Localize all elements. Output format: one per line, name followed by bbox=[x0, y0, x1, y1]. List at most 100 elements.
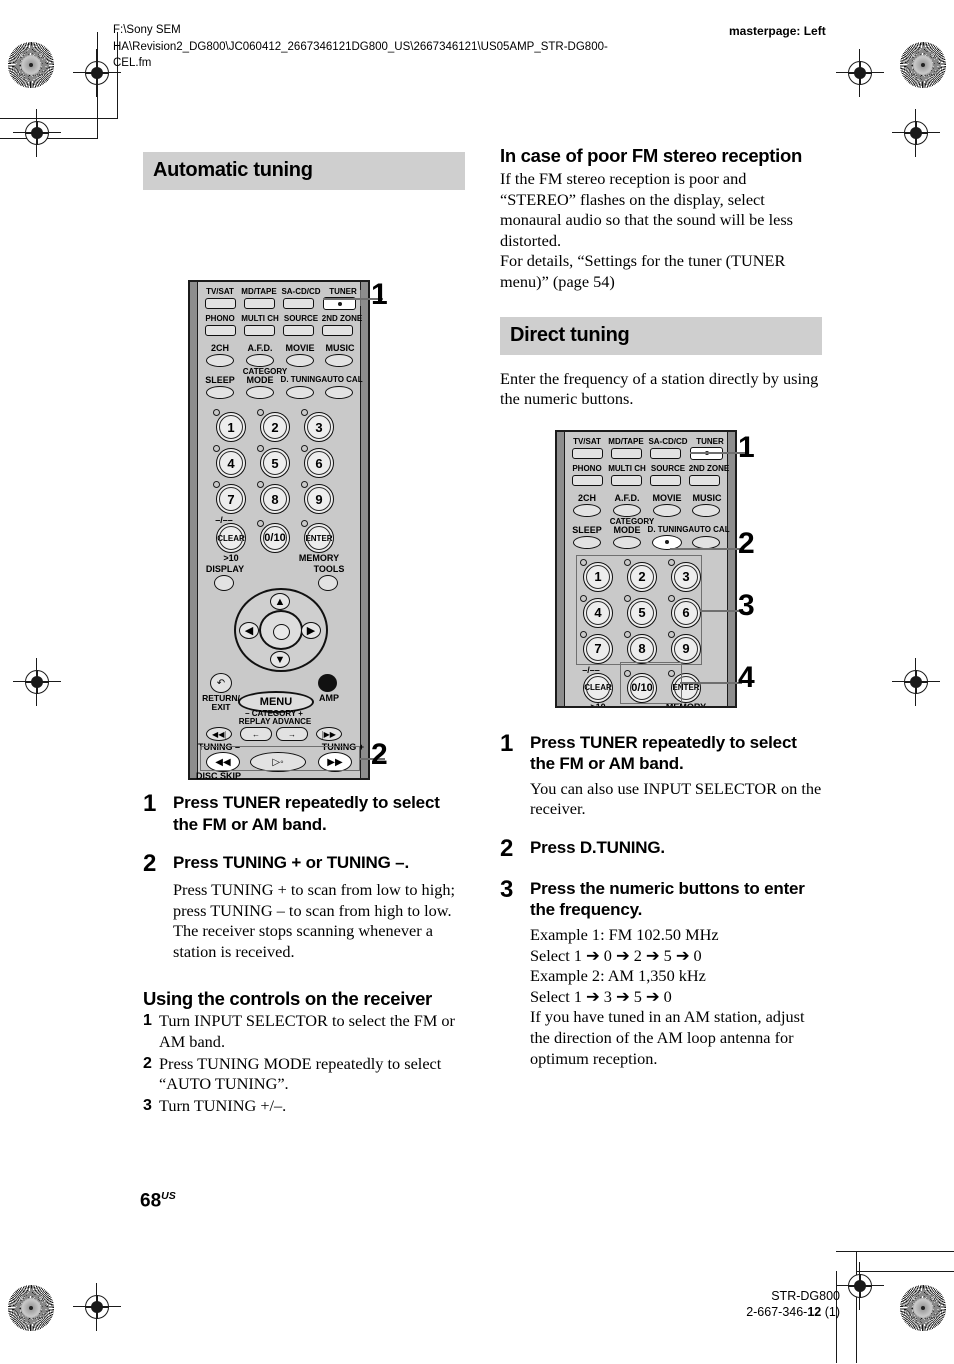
mini-item-1-number: 1 bbox=[143, 1012, 152, 1030]
remote-label-dtuning: D. TUNING bbox=[280, 375, 322, 384]
right-step-1: 1 Press TUNER repeatedly to select the F… bbox=[500, 729, 822, 775]
remote2-button-source[interactable] bbox=[650, 474, 681, 486]
remote-button-mdtape[interactable] bbox=[244, 298, 275, 309]
right-step-1-heading: Press TUNER repeatedly to select the FM … bbox=[530, 732, 797, 774]
remote-numeric-2[interactable]: 2 bbox=[260, 412, 290, 442]
remote-button-afd[interactable] bbox=[246, 354, 274, 367]
remote2-label-autocal: AUTO CAL bbox=[688, 524, 730, 534]
star-target-mark bbox=[900, 1285, 946, 1331]
callout2-number-1: 1 bbox=[738, 430, 755, 464]
mini-item-3: 3 Turn TUNING +/–. bbox=[143, 1096, 465, 1117]
remote2-button-music[interactable] bbox=[692, 503, 720, 517]
remote2-button-mdtape[interactable] bbox=[611, 447, 642, 459]
remote-button-amp[interactable] bbox=[318, 674, 337, 692]
remote-button-phono[interactable] bbox=[205, 325, 236, 336]
remote-label-2ndzone: 2ND ZONE bbox=[321, 314, 363, 323]
remote2-button-movie[interactable] bbox=[653, 503, 681, 517]
doc-number-prefix: 2-667-346- bbox=[746, 1305, 808, 1319]
remote-button-mode[interactable] bbox=[246, 386, 274, 399]
registration-mark bbox=[73, 1283, 121, 1331]
remote-label-sacdcd: SA-CD/CD bbox=[281, 287, 321, 296]
remote-button-autocal[interactable] bbox=[325, 386, 353, 399]
right-step-1-number: 1 bbox=[500, 729, 514, 757]
remote-button-2ndzone[interactable] bbox=[322, 325, 353, 336]
remote2-button-clear[interactable]: CLEAR bbox=[583, 672, 613, 703]
remote-button-dtuning[interactable] bbox=[286, 386, 314, 399]
registration-mark bbox=[836, 49, 884, 97]
file-path-line-1: F:\Sony SEM bbox=[113, 24, 181, 36]
right-step-1-body: You can also use INPUT SELECTOR on the r… bbox=[530, 778, 822, 819]
header-file-path: F:\Sony SEM HA\Revision2_DG800\JC060412_… bbox=[113, 22, 673, 72]
remote-enter-center-icon[interactable] bbox=[273, 624, 290, 640]
remote2-button-afd[interactable] bbox=[613, 503, 641, 517]
registration-mark bbox=[73, 49, 121, 97]
remote-button-source[interactable] bbox=[283, 325, 314, 336]
remote-return-icon[interactable]: ↶ bbox=[210, 673, 232, 693]
remote2-button-sacdcd[interactable] bbox=[650, 447, 681, 459]
remote2-label-phono: PHONO bbox=[572, 463, 602, 473]
registration-mark bbox=[836, 1262, 884, 1310]
remote-label-afd: A.F.D. bbox=[247, 343, 273, 353]
right-step-3-body-5: If you have tuned in an AM station, adju… bbox=[530, 1007, 805, 1068]
registration-mark bbox=[892, 658, 940, 706]
remote-label-mdtape: MD/TAPE bbox=[241, 287, 277, 296]
remote-numeric-9[interactable]: 9 bbox=[304, 484, 334, 514]
remote-button-tools[interactable] bbox=[318, 575, 338, 591]
remote-button-music[interactable] bbox=[325, 354, 353, 367]
remote-button-2ch[interactable] bbox=[206, 354, 234, 367]
callout2-number-4: 4 bbox=[738, 660, 755, 694]
remote-button-sleep[interactable] bbox=[206, 386, 234, 399]
remote-button-multich[interactable] bbox=[244, 325, 275, 336]
remote2-button-phono[interactable] bbox=[572, 474, 603, 486]
remote-numeric-3[interactable]: 3 bbox=[304, 412, 334, 442]
star-target-mark bbox=[8, 1285, 54, 1331]
remote-button-movie[interactable] bbox=[286, 354, 314, 367]
remote-numeric-7[interactable]: 7 bbox=[216, 484, 246, 514]
remote-illustration-left: TV/SAT MD/TAPE SA-CD/CD TUNER PHONO MULT… bbox=[143, 204, 465, 781]
remote-button-prev-track-icon[interactable]: ◀◀| bbox=[206, 727, 232, 741]
remote-arrow-up-icon[interactable]: ▲ bbox=[270, 593, 290, 610]
remote-button-clear[interactable]: CLEAR bbox=[216, 523, 246, 553]
remote-button-advance-icon[interactable]: → bbox=[276, 727, 308, 741]
remote-button-sacdcd[interactable] bbox=[283, 298, 314, 309]
remote-button-display[interactable] bbox=[214, 575, 234, 591]
remote2-label-greater-10: >10 bbox=[590, 701, 606, 708]
remote-button-zero[interactable]: 0/10 bbox=[260, 523, 290, 553]
remote-numeric-8[interactable]: 8 bbox=[260, 484, 290, 514]
callout2-number-2: 2 bbox=[738, 526, 755, 560]
right-step-3-body-2: Select 1 ➔ 0 ➔ 2 ➔ 5 ➔ 0 bbox=[530, 945, 702, 965]
remote-button-tvsat[interactable] bbox=[205, 298, 236, 309]
remote-button-replay-icon[interactable]: ← bbox=[240, 727, 272, 741]
star-target-mark bbox=[8, 42, 54, 88]
remote2-button-2ndzone[interactable] bbox=[689, 474, 720, 486]
remote-button-enter[interactable]: ENTER bbox=[304, 523, 334, 553]
right-step-3-body-4: Select 1 ➔ 3 ➔ 5 ➔ 0 bbox=[530, 986, 672, 1006]
footer-model: STR-DG800 bbox=[771, 1289, 840, 1303]
mini-item-3-number: 3 bbox=[143, 1096, 152, 1114]
remote2-button-sleep[interactable] bbox=[573, 535, 601, 549]
remote-numeric-6[interactable]: 6 bbox=[304, 448, 334, 478]
mini-item-2: 2 Press TUNING MODE repeatedly to select… bbox=[143, 1054, 465, 1095]
remote-numeric-5[interactable]: 5 bbox=[260, 448, 290, 478]
remote2-button-2ch[interactable] bbox=[573, 503, 601, 517]
remote-arrow-left-icon[interactable]: ◀ bbox=[239, 622, 259, 639]
remote2-button-multich[interactable] bbox=[611, 474, 642, 486]
right-step-2-heading: Press D.TUNING. bbox=[530, 837, 665, 857]
masterpage-label: masterpage: Left bbox=[729, 24, 826, 38]
remote2-label-mdtape: MD/TAPE bbox=[608, 436, 644, 446]
remote2-button-mode[interactable] bbox=[613, 535, 641, 549]
remote-label-sleep: SLEEP bbox=[205, 375, 235, 385]
callout-number-2: 2 bbox=[371, 738, 388, 771]
right-step-3: 3 Press the numeric buttons to enter the… bbox=[500, 877, 822, 921]
remote-arrow-down-icon[interactable]: ▼ bbox=[270, 651, 290, 668]
step-2-body-2: The receiver stops scanning whenever a s… bbox=[173, 921, 433, 961]
remote-button-next-track-icon[interactable]: |▶▶ bbox=[316, 727, 342, 741]
remote-numeric-4[interactable]: 4 bbox=[216, 448, 246, 478]
callout2-line-3 bbox=[700, 609, 742, 612]
file-path-line-3: CEL.fm bbox=[113, 57, 152, 69]
remote2-label-movie: MOVIE bbox=[652, 492, 682, 503]
remote-numeric-1[interactable]: 1 bbox=[216, 412, 246, 442]
remote2-button-tvsat[interactable] bbox=[572, 447, 603, 459]
remote-arrow-right-icon[interactable]: ▶ bbox=[301, 622, 321, 639]
section-header-direct-tuning: Direct tuning bbox=[500, 316, 822, 355]
